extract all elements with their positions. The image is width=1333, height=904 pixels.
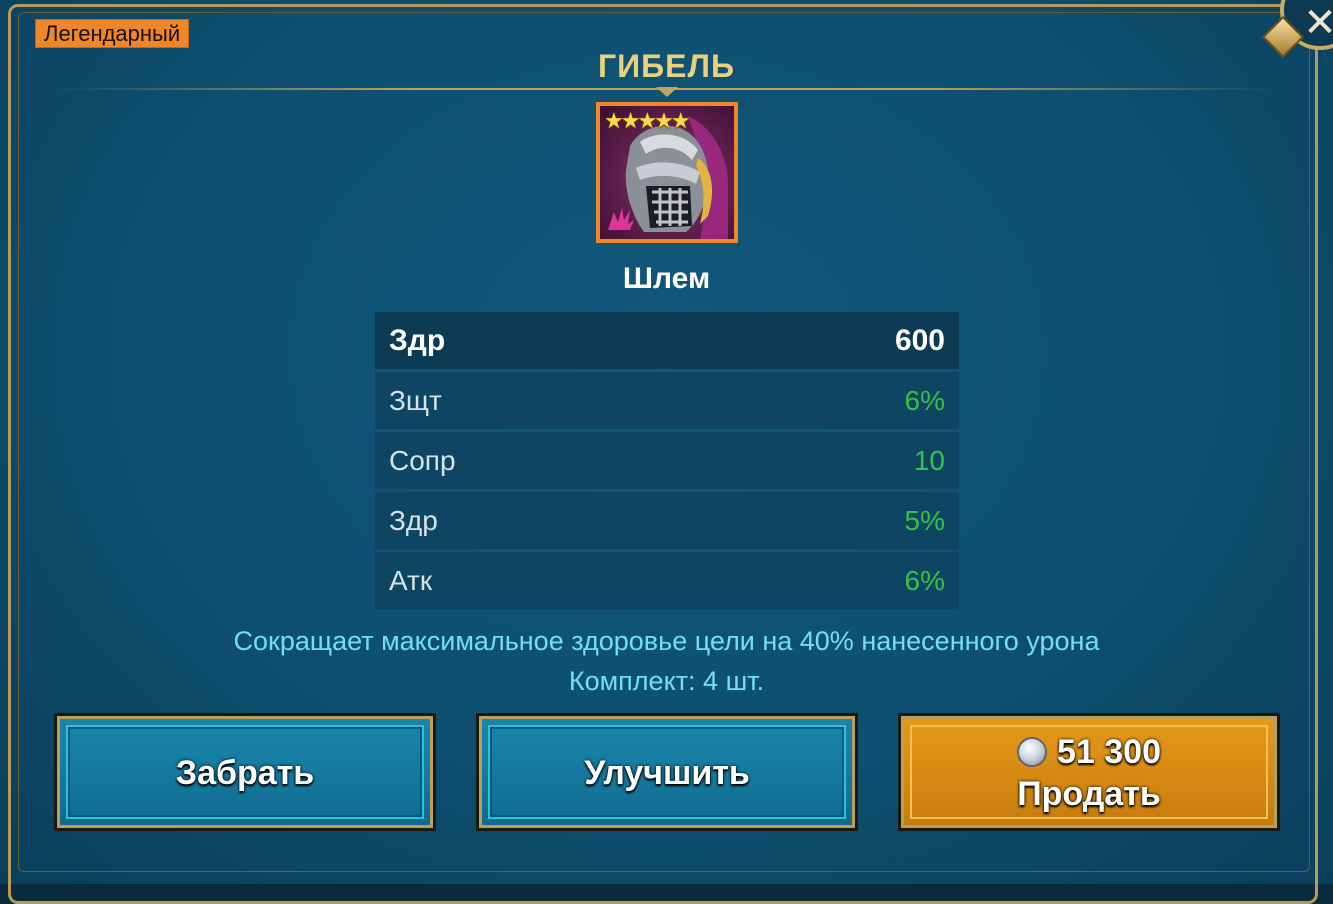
close-icon: ✕ xyxy=(1303,1,1333,45)
stat-name: Здр xyxy=(389,324,446,357)
stat-value: 5% xyxy=(904,505,945,536)
set-title: ГИБЕЛЬ xyxy=(598,48,735,84)
rarity-badge: Легендарный xyxy=(35,19,190,48)
sell-button[interactable]: 51 300 Продать xyxy=(898,713,1280,831)
substat-row: Зщт 6% xyxy=(375,372,959,429)
stats-table: Здр 600 Зщт 6% Сопр 10 Здр 5% Атк 6% xyxy=(375,312,959,612)
title-divider-notch xyxy=(656,87,678,97)
upgrade-button[interactable]: Улучшить xyxy=(476,713,858,831)
sell-price: 51 300 xyxy=(901,732,1277,772)
set-size-text: Комплект: 4 шт. xyxy=(568,666,765,696)
take-button[interactable]: Забрать xyxy=(54,713,436,831)
substat-row: Здр 5% xyxy=(375,492,959,549)
silver-coin-icon xyxy=(1017,737,1047,767)
sell-button-label: Продать xyxy=(1017,775,1161,813)
item-icon: ★★★★★ xyxy=(596,102,738,243)
stat-value: 10 xyxy=(913,445,945,476)
stat-value: 6% xyxy=(904,565,945,596)
item-name: Шлем xyxy=(622,262,711,295)
destroy-set-icon xyxy=(608,208,634,230)
item-stars: ★★★★★ xyxy=(604,108,691,133)
stat-value: 600 xyxy=(894,324,945,357)
stat-name: Зщт xyxy=(389,385,442,416)
take-button-label: Забрать xyxy=(175,754,315,792)
upgrade-button-label: Улучшить xyxy=(584,754,750,792)
stat-name: Атк xyxy=(389,565,433,596)
main-stat-row: Здр 600 xyxy=(375,312,959,369)
stat-value: 6% xyxy=(904,385,945,416)
set-effect-description: Сокращает максимальное здоровье цели на … xyxy=(233,626,1100,656)
stat-name: Здр xyxy=(389,505,438,536)
item-details-panel: Легендарный ✕ ГИБЕЛЬ ★★★★★ Шлем Здр 600 … xyxy=(0,0,1333,904)
substat-row: Сопр 10 xyxy=(375,432,959,489)
substat-row: Атк 6% xyxy=(375,552,959,609)
sell-price-value: 51 300 xyxy=(1057,733,1161,771)
stat-name: Сопр xyxy=(389,445,456,476)
